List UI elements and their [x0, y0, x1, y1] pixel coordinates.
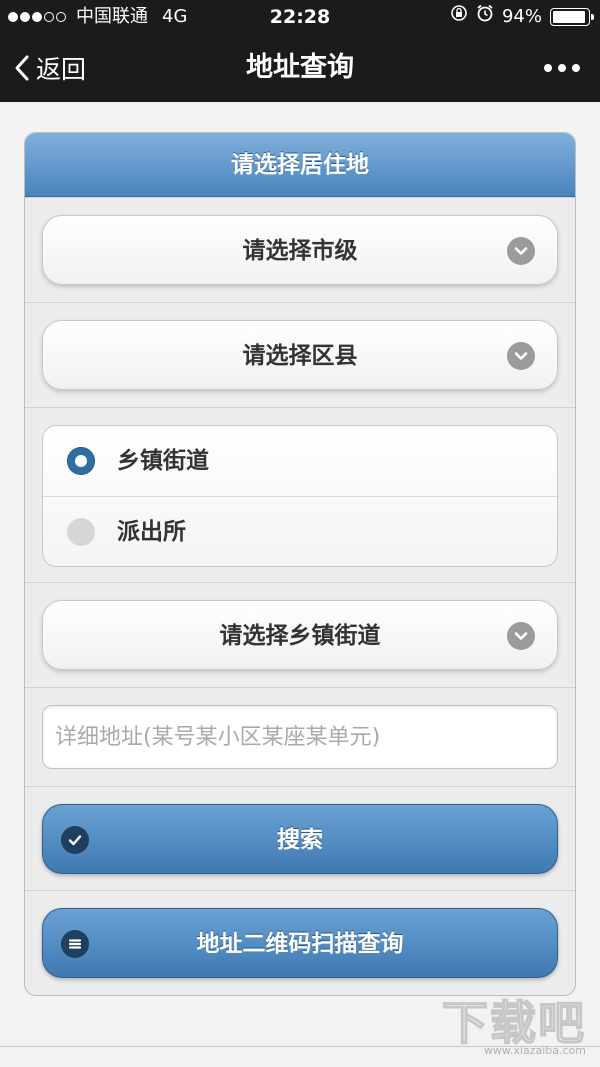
status-bar: 中国联通 4G 22:28 94%: [0, 0, 600, 34]
back-label: 返回: [36, 55, 87, 84]
chevron-left-icon: [15, 55, 29, 81]
district-select-row: 请选择区县: [25, 302, 575, 407]
back-button[interactable]: 返回: [14, 34, 86, 102]
city-select-row: 请选择市级: [25, 197, 575, 302]
page-title: 地址查询: [246, 52, 354, 83]
status-right: 94%: [450, 0, 594, 34]
search-button[interactable]: 搜索: [42, 804, 558, 874]
lookup-type-radio-group: 乡镇街道 派出所: [42, 425, 558, 567]
radio-town-street[interactable]: 乡镇街道: [43, 426, 557, 496]
more-dot-icon: [544, 64, 552, 72]
chevron-down-icon: [507, 342, 535, 370]
battery-percent: 94%: [501, 6, 542, 27]
qr-scan-button[interactable]: 地址二维码扫描查询: [42, 908, 558, 978]
alarm-clock-icon: [476, 0, 494, 34]
town-select[interactable]: 请选择乡镇街道: [42, 600, 558, 670]
search-button-row: 搜索: [25, 786, 575, 890]
radio-selected-icon: [67, 447, 95, 475]
nav-bar: 返回 地址查询: [0, 34, 600, 102]
district-select-label: 请选择区县: [242, 343, 358, 369]
radio-unselected-icon: [67, 518, 95, 546]
qr-scan-button-label: 地址二维码扫描查询: [196, 931, 404, 957]
qr-button-row: 地址二维码扫描查询: [25, 890, 575, 995]
city-select-label: 请选择市级: [242, 238, 358, 264]
watermark-text: 下载吧: [441, 996, 586, 1050]
search-button-label: 搜索: [277, 827, 323, 853]
battery-icon: [550, 8, 594, 26]
chevron-down-icon: [507, 622, 535, 650]
watermark-logo: 下载吧 www.xiazaiba.com: [441, 996, 586, 1057]
rotation-lock-icon: [450, 0, 468, 34]
address-input-row: [25, 687, 575, 786]
town-select-label: 请选择乡镇街道: [219, 623, 381, 649]
radio-police-station[interactable]: 派出所: [43, 496, 557, 566]
chevron-down-icon: [507, 237, 535, 265]
town-select-row: 请选择乡镇街道: [25, 582, 575, 687]
radio-label: 乡镇街道: [117, 448, 209, 474]
more-options-button[interactable]: [538, 34, 580, 102]
radio-label: 派出所: [117, 519, 186, 545]
panel-header: 请选择居住地: [25, 133, 575, 197]
lookup-type-row: 乡镇街道 派出所: [25, 407, 575, 582]
district-select[interactable]: 请选择区县: [42, 320, 558, 390]
detailed-address-input[interactable]: [42, 705, 558, 769]
more-dot-icon: [572, 64, 580, 72]
address-form-panel: 请选择居住地 请选择市级 请选择区县 乡镇街道 派出所 请选择乡镇街道 详细地址…: [24, 132, 576, 996]
more-dot-icon: [558, 64, 566, 72]
city-select[interactable]: 请选择市级: [42, 215, 558, 285]
